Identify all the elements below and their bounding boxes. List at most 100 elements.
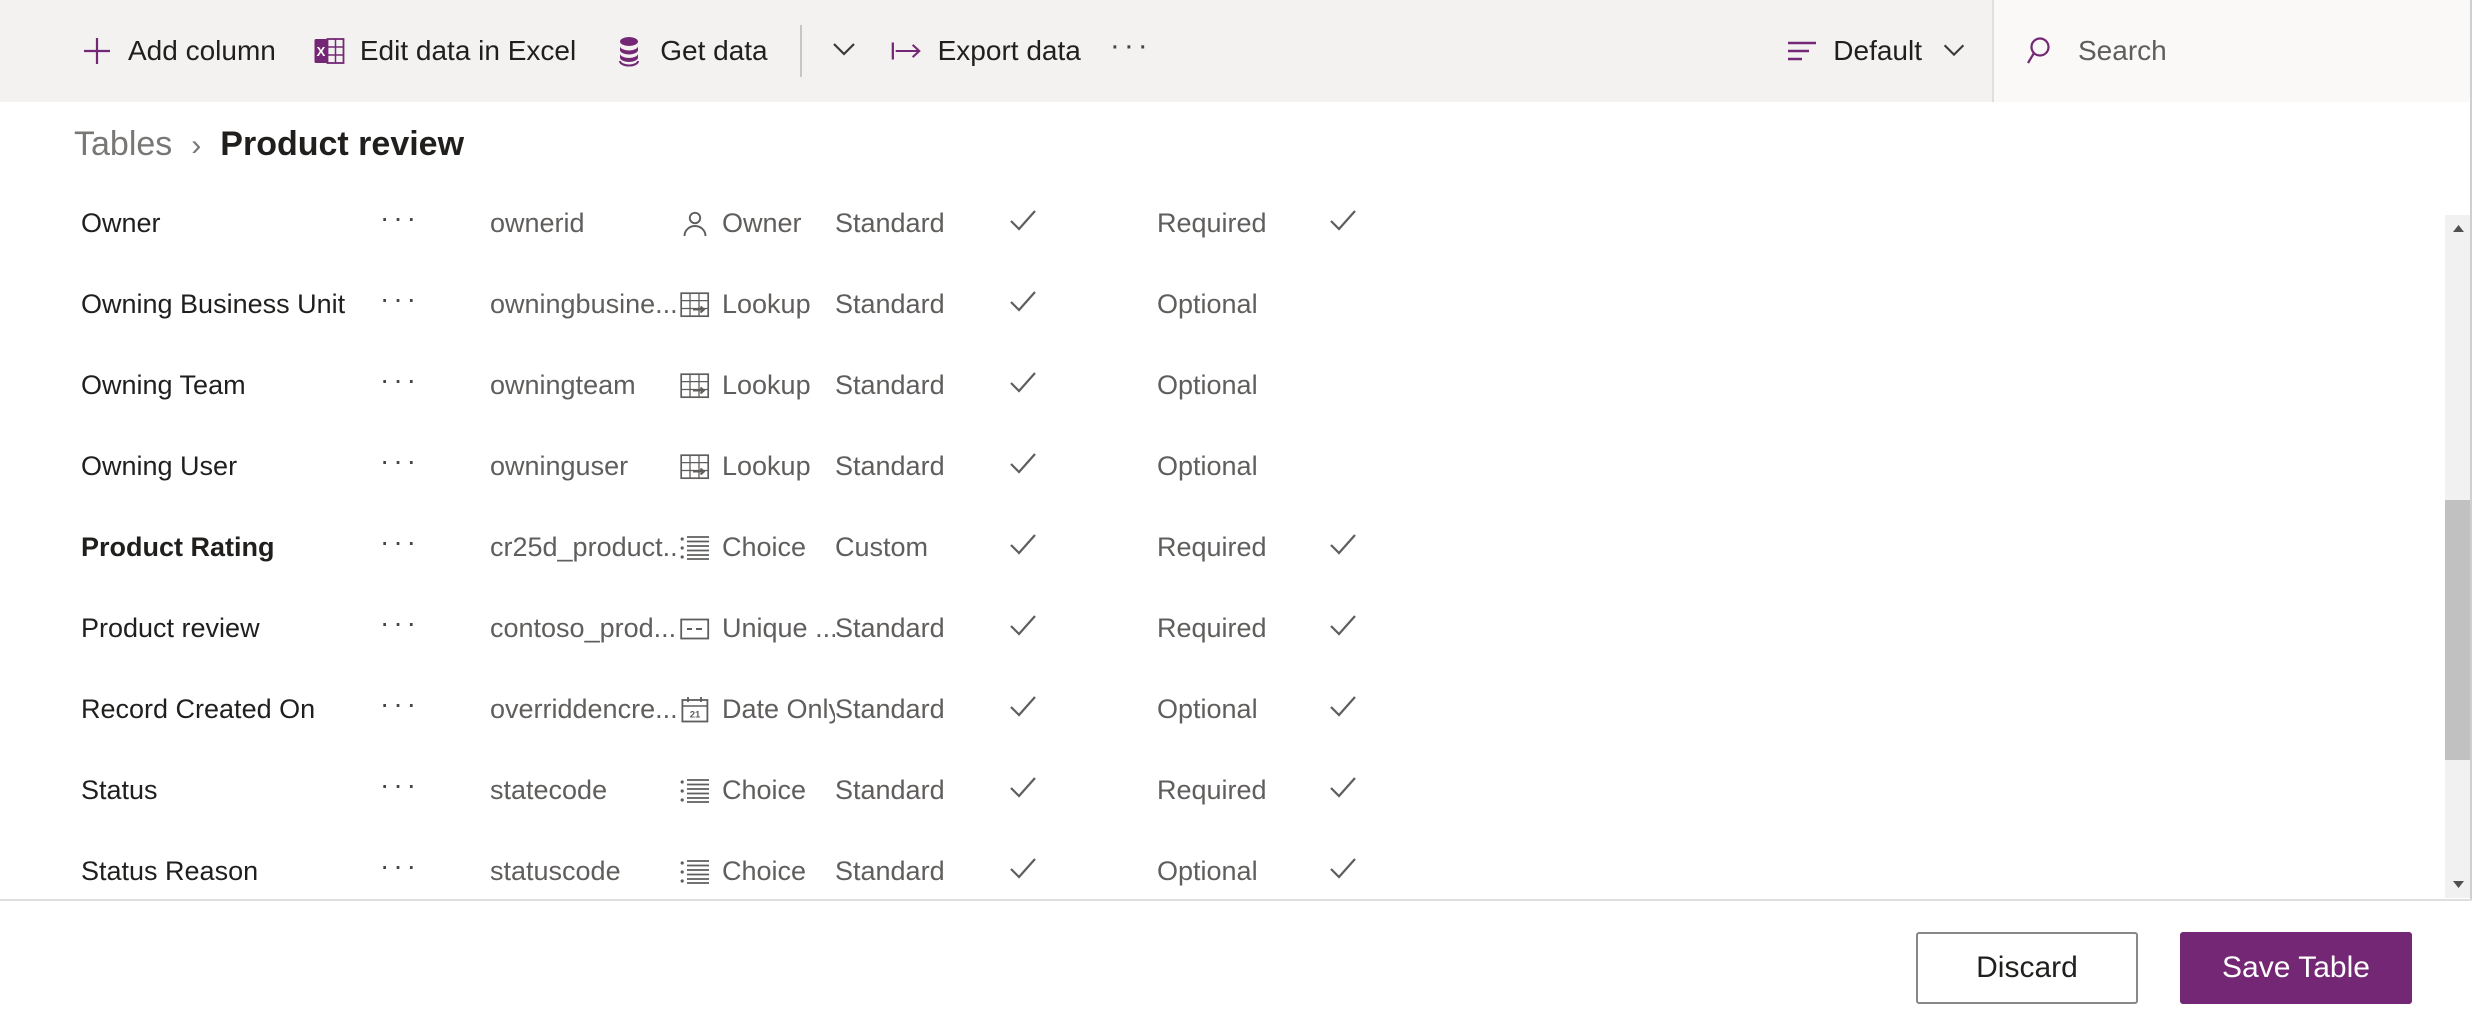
row-context-menu-button[interactable]: ··· xyxy=(380,607,490,651)
scroll-down-button[interactable] xyxy=(2445,871,2472,898)
choice-icon xyxy=(680,776,710,806)
scrollbar-thumb[interactable] xyxy=(2445,500,2472,760)
column-customization: Standard xyxy=(835,856,945,887)
column-display-name[interactable]: Status Reason xyxy=(0,856,380,887)
column-data-type: Lookup xyxy=(680,289,835,320)
chevron-down-icon xyxy=(1938,33,1970,70)
column-logical-name: contoso_prod... xyxy=(490,613,677,644)
column-customization: Standard xyxy=(835,370,945,401)
column-display-name[interactable]: Product Rating xyxy=(0,532,380,563)
table-row[interactable]: Product Rating ··· cr25d_product... Choice C… xyxy=(0,522,2445,574)
column-display-name[interactable]: Owning Team xyxy=(0,370,380,401)
table-row[interactable]: Owning Team ··· owningteam Lookup Standard Op… xyxy=(0,360,2445,412)
table-row[interactable]: Owning User ··· owninguser Lookup Standard Op… xyxy=(0,441,2445,493)
action-footer: Discard Save Table xyxy=(0,899,2472,1035)
column-display-name[interactable]: Owning User xyxy=(0,451,380,482)
column-data-type: Lookup xyxy=(680,370,835,401)
column-data-type: 21 Date Only xyxy=(680,694,835,725)
table-row[interactable]: Product review ··· contoso_prod... Unique .… xyxy=(0,603,2445,655)
row-context-menu-button[interactable]: ··· xyxy=(380,202,490,246)
row-context-menu-button[interactable]: ··· xyxy=(380,769,490,813)
add-column-button[interactable]: Add column xyxy=(62,0,294,102)
column-data-type-label: Unique ... xyxy=(722,613,835,644)
column-data-type: Unique ... xyxy=(680,613,835,644)
table-row[interactable]: Status ··· statecode Choice Standard Required xyxy=(0,765,2445,817)
column-data-type-label: Choice xyxy=(722,532,807,563)
column-logical-name: owningteam xyxy=(490,370,636,401)
column-display-name[interactable]: Status xyxy=(0,775,380,806)
get-data-button[interactable]: Get data xyxy=(594,0,785,102)
table-row[interactable]: Status Reason ··· statuscode Choice Standard… xyxy=(0,846,2445,898)
column-logical-name: statuscode xyxy=(490,856,621,887)
more-commands-button[interactable]: ··· xyxy=(1099,0,1163,102)
svg-text:X: X xyxy=(317,44,326,59)
columns-grid: Owner ··· ownerid Owner Standard Required Owni… xyxy=(0,198,2445,898)
scroll-up-button[interactable] xyxy=(2445,215,2472,242)
choice-icon xyxy=(680,857,710,887)
view-selector-label: Default xyxy=(1833,35,1922,66)
person-icon xyxy=(680,209,710,239)
table-row[interactable]: Owner ··· ownerid Owner Standard Required xyxy=(0,198,2445,250)
column-customization: Standard xyxy=(835,208,945,239)
get-data-overflow-chevron-button[interactable] xyxy=(816,0,872,102)
choice-icon xyxy=(680,533,710,563)
table-row[interactable]: Owning Business Unit ··· owningbusine... Lo… xyxy=(0,279,2445,331)
column-required-check-cell xyxy=(1327,690,1447,729)
column-data-type: Lookup xyxy=(680,451,835,482)
column-logical-name: owningbusine... xyxy=(490,289,678,320)
column-display-name[interactable]: Record Created On xyxy=(0,694,380,725)
column-required-check-cell xyxy=(1327,852,1447,891)
command-bar-divider xyxy=(799,25,802,77)
column-searchable-cell xyxy=(1007,771,1157,810)
column-display-name[interactable]: Owner xyxy=(0,208,380,239)
discard-button[interactable]: Discard xyxy=(1916,932,2138,1004)
view-selector-button[interactable]: Default xyxy=(1765,0,1992,102)
column-display-name[interactable]: Product review xyxy=(0,613,380,644)
command-bar: Add column X Edit data in Excel Get data… xyxy=(0,0,2472,102)
column-requirement: Required xyxy=(1157,208,1267,239)
row-context-menu-button[interactable]: ··· xyxy=(380,283,490,327)
edit-data-in-excel-button[interactable]: X Edit data in Excel xyxy=(294,0,594,102)
row-context-menu-button[interactable]: ··· xyxy=(380,526,490,570)
column-customization: Standard xyxy=(835,775,945,806)
column-data-type-label: Lookup xyxy=(722,289,811,320)
column-searchable-cell xyxy=(1007,447,1157,486)
page-title: Product review xyxy=(220,125,465,163)
breadcrumb-item-tables[interactable]: Tables xyxy=(74,125,172,164)
column-data-type: Choice xyxy=(680,856,835,887)
table-row[interactable]: Record Created On ··· overriddencre... 21 Da… xyxy=(0,684,2445,736)
column-customization: Standard xyxy=(835,694,945,725)
column-searchable-cell xyxy=(1007,852,1157,891)
column-searchable-cell xyxy=(1007,528,1157,567)
excel-icon: X xyxy=(312,34,346,68)
checkmark-icon xyxy=(1007,771,1039,810)
checkmark-icon xyxy=(1007,609,1039,648)
column-customization: Standard xyxy=(835,613,945,644)
column-display-name[interactable]: Owning Business Unit xyxy=(0,289,380,320)
save-table-button[interactable]: Save Table xyxy=(2180,932,2412,1004)
column-searchable-cell xyxy=(1007,285,1157,324)
row-context-menu-button[interactable]: ··· xyxy=(380,364,490,408)
checkmark-icon xyxy=(1007,690,1039,729)
row-context-menu-button[interactable]: ··· xyxy=(380,445,490,489)
column-customization: Standard xyxy=(835,451,945,482)
lookup-icon xyxy=(680,371,710,401)
export-icon xyxy=(890,34,924,68)
column-logical-name: overriddencre... xyxy=(490,694,678,725)
column-searchable-cell xyxy=(1007,204,1157,243)
search-input[interactable]: Search xyxy=(1992,0,2472,102)
column-customization: Custom xyxy=(835,532,929,563)
database-icon xyxy=(612,34,646,68)
get-data-label: Get data xyxy=(660,35,768,66)
search-icon xyxy=(2024,33,2060,69)
column-data-type-label: Choice xyxy=(722,775,807,806)
grid-vertical-scrollbar[interactable] xyxy=(2445,215,2472,898)
checkmark-icon xyxy=(1327,771,1359,810)
column-data-type-label: Lookup xyxy=(722,451,811,482)
svg-text:21: 21 xyxy=(690,709,701,720)
export-data-button[interactable]: Export data xyxy=(872,0,1099,102)
checkmark-icon xyxy=(1007,285,1039,324)
column-data-type-label: Lookup xyxy=(722,370,811,401)
row-context-menu-button[interactable]: ··· xyxy=(380,850,490,894)
row-context-menu-button[interactable]: ··· xyxy=(380,688,490,732)
